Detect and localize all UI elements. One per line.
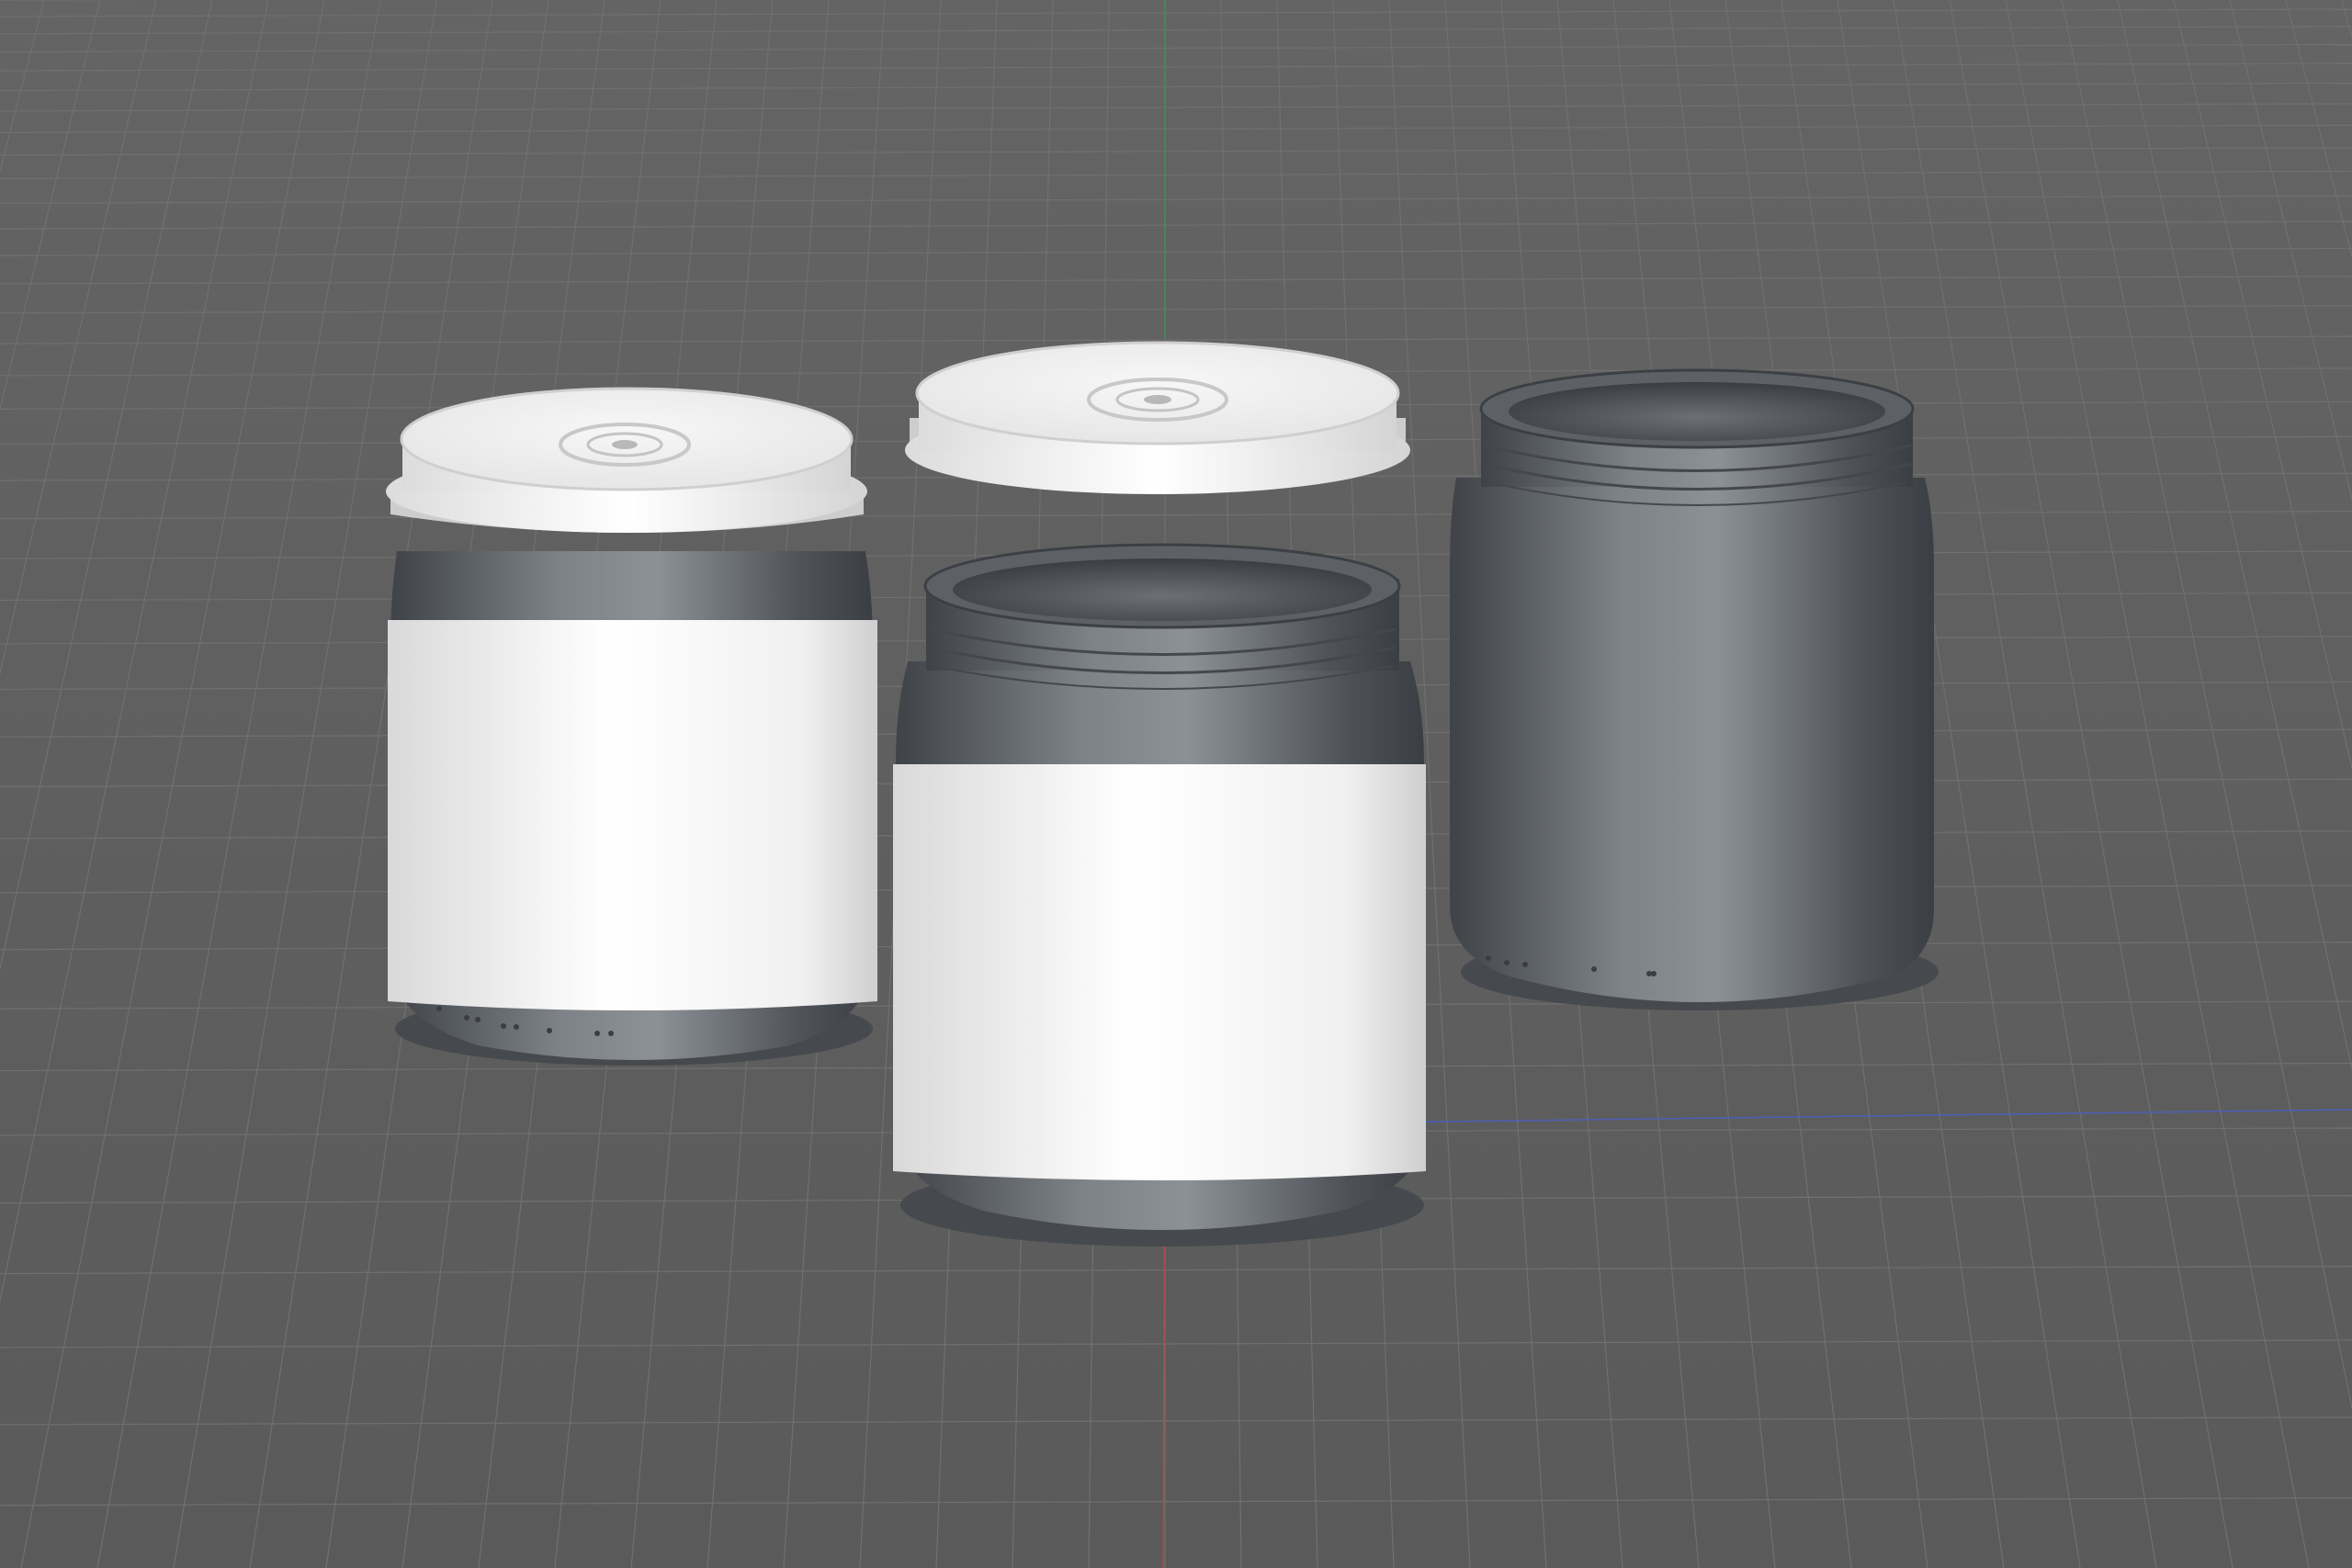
- jar-with-label-lid-floating[interactable]: [893, 341, 1426, 1247]
- jar-with-lid-and-label[interactable]: [386, 387, 877, 1066]
- jar-bare-open[interactable]: [1450, 368, 1939, 1010]
- 3d-viewport[interactable]: [0, 0, 2352, 1568]
